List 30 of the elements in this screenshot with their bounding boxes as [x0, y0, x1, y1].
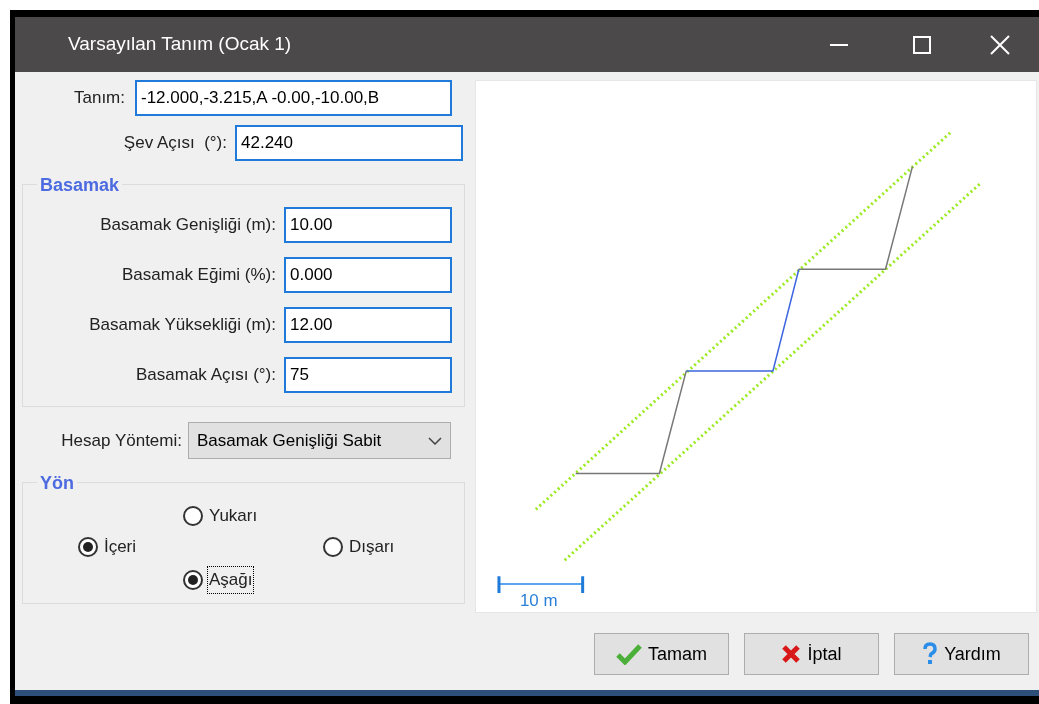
field-label: Şev Açısı (°):: [122, 131, 228, 154]
checkmark-icon: [616, 643, 642, 665]
minimize-icon: [830, 43, 848, 46]
maximize-icon: [913, 35, 931, 54]
field-label: Basamak Eğimi (%):: [121, 264, 277, 287]
text-field[interactable]: 10.00: [284, 207, 452, 243]
help-icon: [922, 642, 939, 666]
text-field[interactable]: 12.00: [284, 307, 452, 343]
text-field[interactable]: 75: [284, 357, 452, 393]
method-dropdown[interactable]: Basamak Genişliği Sabit: [188, 422, 451, 459]
field-label: Basamak Açısı (°):: [135, 364, 277, 387]
radio-option[interactable]: Dışarı: [323, 533, 454, 561]
field-label: Basamak Genişliği (m):: [99, 214, 277, 237]
dialog-button[interactable]: İptal: [744, 633, 879, 675]
text-field[interactable]: -12.000,-3.215,A -0.00,-10.00,B: [135, 79, 452, 116]
radio-option[interactable]: Yukarı: [183, 502, 323, 530]
field-label: Hesap Yöntemi:: [60, 429, 183, 452]
close-icon: [781, 644, 802, 664]
window-title: Varsayılan Tanım (Ocak 1): [68, 32, 292, 57]
chevron-down-icon: [428, 436, 442, 445]
dialog-button[interactable]: Yardım: [894, 633, 1029, 675]
text-field[interactable]: 42.240: [235, 124, 463, 161]
radio-option[interactable]: Aşağı: [183, 566, 323, 594]
radio-option[interactable]: İçeri: [77, 533, 139, 561]
close-icon: [990, 34, 1010, 55]
field-label: Tanım:: [72, 86, 126, 109]
scale-label: 10 m: [519, 591, 558, 610]
text-field[interactable]: 0.000: [284, 257, 452, 293]
dialog-button[interactable]: Tamam: [594, 633, 729, 675]
field-label: Basamak Yüksekliği (m):: [88, 314, 277, 337]
